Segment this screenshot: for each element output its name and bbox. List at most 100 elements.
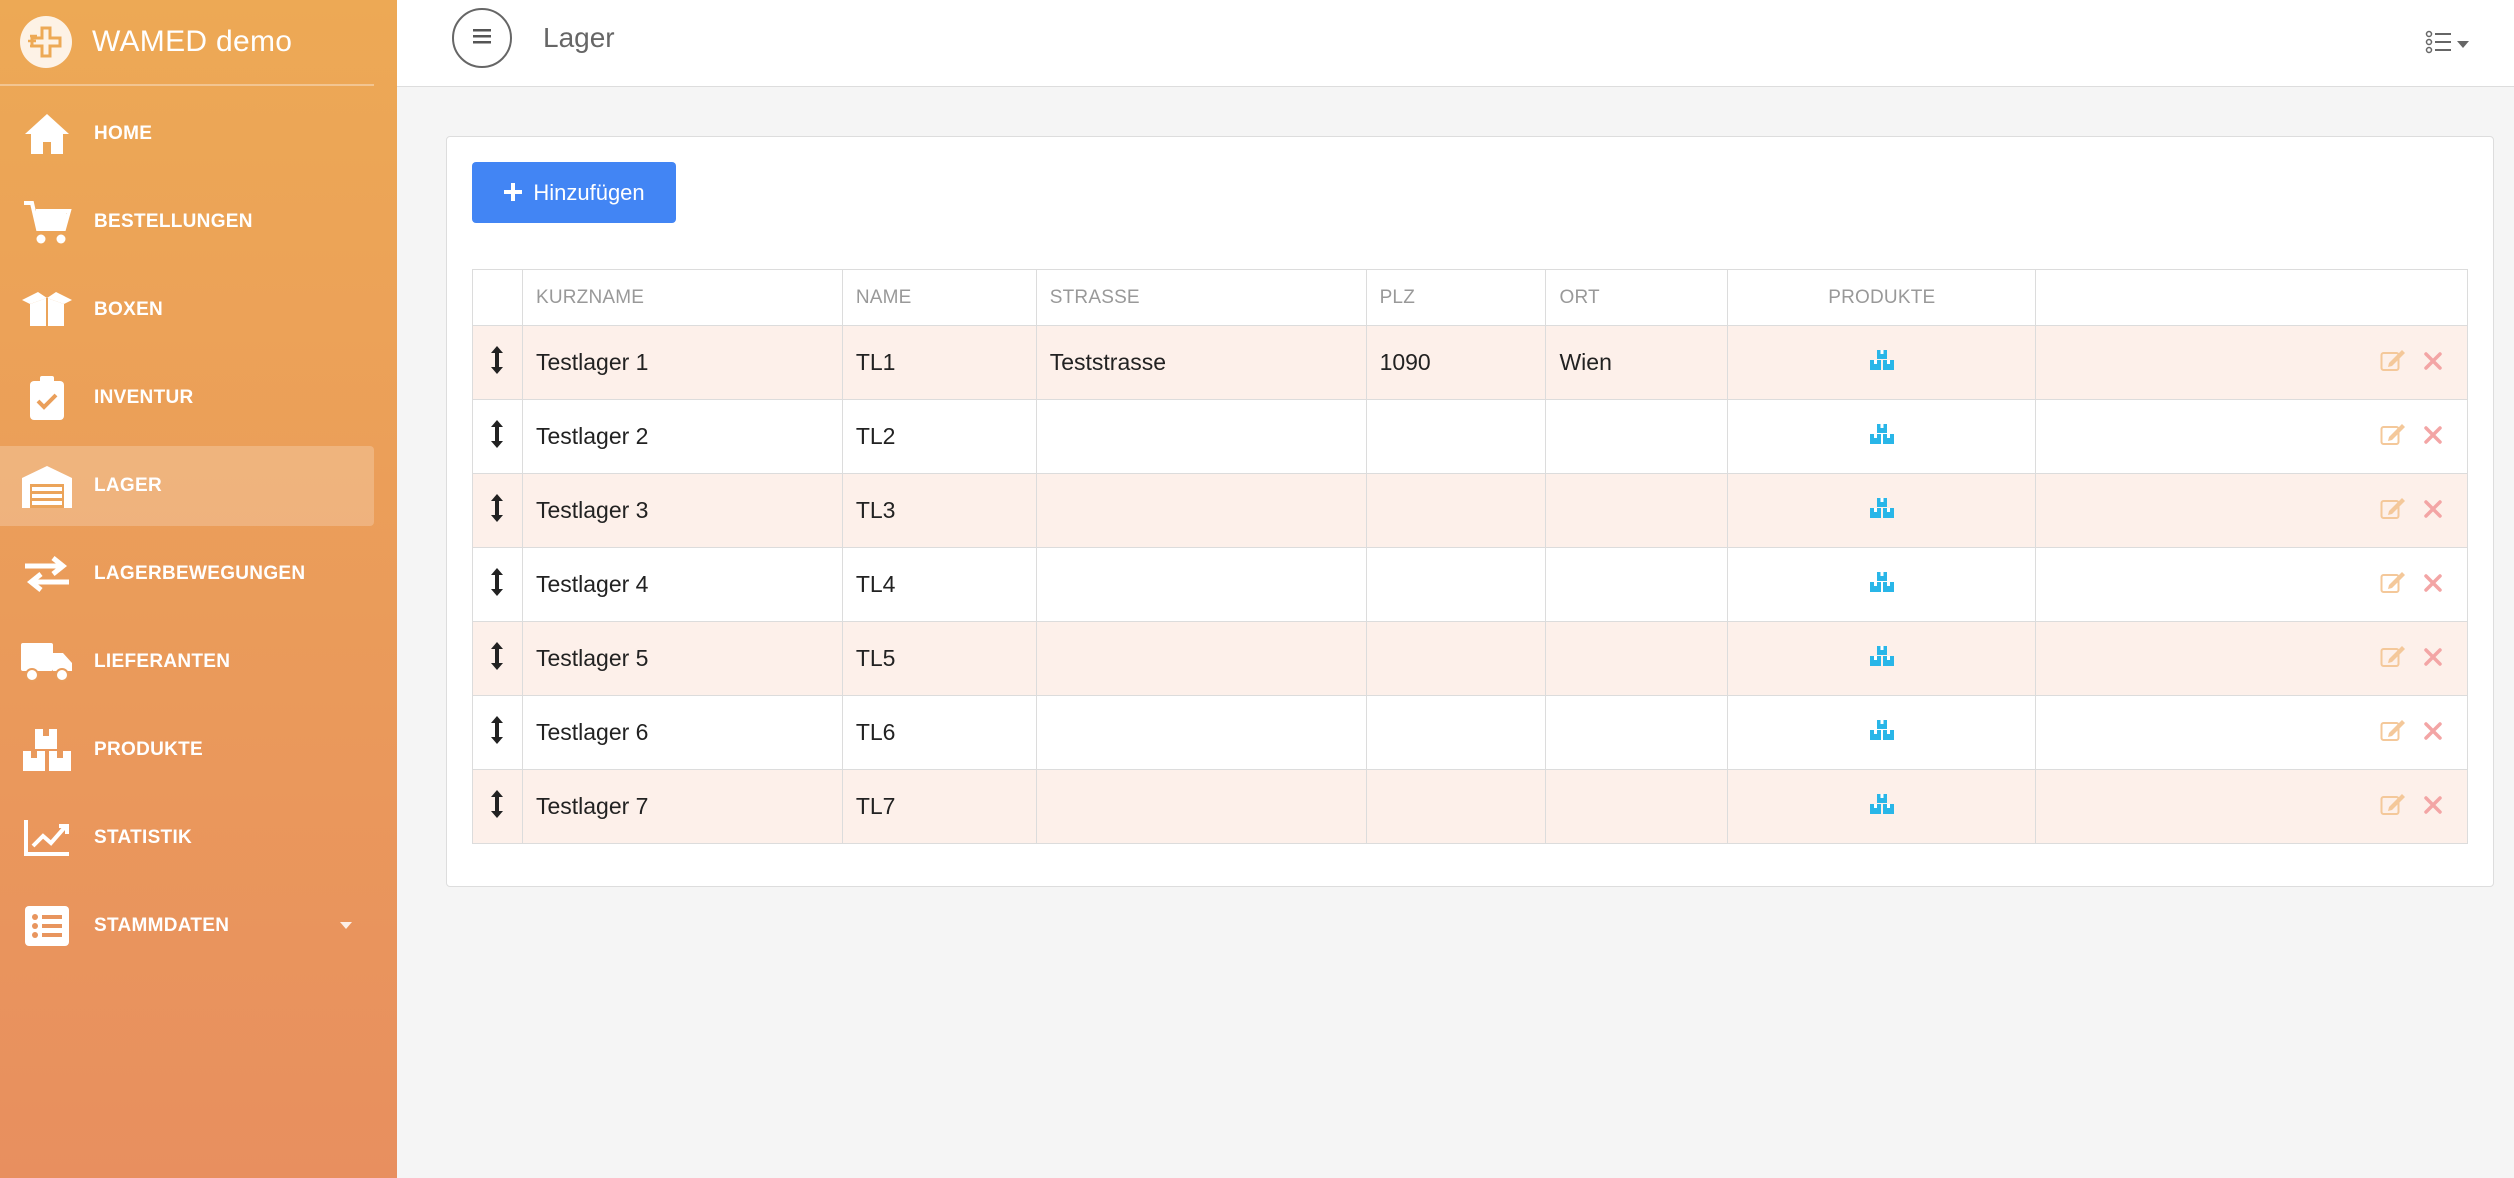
- products-icon[interactable]: [1869, 719, 1895, 747]
- cell-actions: [2035, 621, 2468, 696]
- content-card: Hinzufügen KURZNAME NAME STRASSE PLZ ORT…: [446, 136, 2494, 887]
- column-header-kurzname[interactable]: KURZNAME: [521, 269, 843, 326]
- cell-name: TL5: [841, 621, 1037, 696]
- drag-arrows-icon: [490, 493, 504, 528]
- drag-handle[interactable]: [472, 621, 523, 696]
- drag-arrows-icon: [490, 419, 504, 454]
- products-icon[interactable]: [1869, 423, 1895, 451]
- table-row[interactable]: Testlager 5 TL5: [472, 621, 2468, 696]
- sidebar-item-lieferanten[interactable]: LIEFERANTEN: [0, 622, 374, 702]
- lager-table: KURZNAME NAME STRASSE PLZ ORT PRODUKTE T…: [472, 269, 2468, 844]
- menu-toggle-button[interactable]: [452, 8, 512, 68]
- sidebar-item-stammdaten[interactable]: STAMMDATEN: [0, 886, 374, 966]
- column-header-plz[interactable]: PLZ: [1365, 269, 1547, 326]
- view-options-button[interactable]: [2425, 30, 2469, 59]
- edit-icon[interactable]: [2380, 792, 2406, 822]
- cart-icon: [20, 195, 74, 249]
- cell-ort: [1545, 473, 1729, 548]
- cell-strasse: [1035, 769, 1367, 844]
- delete-icon[interactable]: [2424, 645, 2442, 672]
- warehouse-icon: [20, 459, 74, 513]
- sidebar-item-boxen[interactable]: BOXEN: [0, 270, 374, 350]
- cell-plz: [1365, 473, 1547, 548]
- sidebar-item-label: STATISTIK: [94, 827, 193, 848]
- cell-ort: [1545, 695, 1729, 770]
- products-icon[interactable]: [1869, 645, 1895, 673]
- edit-icon[interactable]: [2380, 422, 2406, 452]
- sidebar-item-lagerbewegungen[interactable]: LAGERBEWEGUNGEN: [0, 534, 374, 614]
- cell-strasse: Teststrasse: [1035, 325, 1367, 400]
- cell-name: TL2: [841, 399, 1037, 474]
- cell-produkte: [1727, 547, 2037, 622]
- table-row[interactable]: Testlager 4 TL4: [472, 547, 2468, 622]
- cell-plz: 1090: [1365, 325, 1547, 400]
- table-row[interactable]: Testlager 3 TL3: [472, 473, 2468, 548]
- drag-handle[interactable]: [472, 769, 523, 844]
- products-icon[interactable]: [1869, 349, 1895, 377]
- cell-kurzname: Testlager 5: [521, 621, 843, 696]
- edit-icon[interactable]: [2380, 348, 2406, 378]
- add-button[interactable]: Hinzufügen: [472, 162, 676, 223]
- delete-icon[interactable]: [2424, 349, 2442, 376]
- table-row[interactable]: Testlager 6 TL6: [472, 695, 2468, 770]
- delete-icon[interactable]: [2424, 497, 2442, 524]
- cell-strasse: [1035, 621, 1367, 696]
- sidebar-item-inventur[interactable]: INVENTUR: [0, 358, 374, 438]
- sidebar-item-bestellungen[interactable]: BESTELLUNGEN: [0, 182, 374, 262]
- edit-icon[interactable]: [2380, 570, 2406, 600]
- products-icon[interactable]: [1869, 497, 1895, 525]
- delete-icon[interactable]: [2424, 571, 2442, 598]
- products-icon[interactable]: [1869, 793, 1895, 821]
- cell-ort: [1545, 769, 1729, 844]
- sidebar-item-home[interactable]: HOME: [0, 94, 374, 174]
- products-icon[interactable]: [1869, 571, 1895, 599]
- cell-kurzname: Testlager 3: [521, 473, 843, 548]
- chart-line-icon: [20, 811, 74, 865]
- delete-icon[interactable]: [2424, 793, 2442, 820]
- sidebar-item-lager[interactable]: LAGER: [0, 446, 374, 526]
- edit-icon[interactable]: [2380, 718, 2406, 748]
- drag-handle[interactable]: [472, 325, 523, 400]
- edit-icon[interactable]: [2380, 496, 2406, 526]
- drag-arrows-icon: [490, 789, 504, 824]
- sidebar-item-statistik[interactable]: STATISTIK: [0, 798, 374, 878]
- page-title: Lager: [543, 22, 615, 53]
- delete-icon[interactable]: [2424, 719, 2442, 746]
- sidebar-item-produkte[interactable]: PRODUKTE: [0, 710, 374, 790]
- truck-icon: [20, 635, 74, 689]
- cell-kurzname: Testlager 6: [521, 695, 843, 770]
- sidebar-item-label: BOXEN: [94, 299, 164, 320]
- drag-arrows-icon: [490, 567, 504, 602]
- cell-plz: [1365, 547, 1547, 622]
- cell-strasse: [1035, 547, 1367, 622]
- column-header-name[interactable]: NAME: [841, 269, 1037, 326]
- drag-handle[interactable]: [472, 473, 523, 548]
- drag-handle[interactable]: [472, 399, 523, 474]
- column-header-ort[interactable]: ORT: [1545, 269, 1729, 326]
- table-row[interactable]: Testlager 1 TL1 Teststrasse 1090 Wien: [472, 325, 2468, 400]
- cell-produkte: [1727, 399, 2037, 474]
- cell-name: TL7: [841, 769, 1037, 844]
- cell-ort: [1545, 399, 1729, 474]
- brand[interactable]: WAMED demo: [0, 0, 374, 86]
- list-alt-icon: [20, 899, 74, 953]
- cell-ort: [1545, 547, 1729, 622]
- cell-plz: [1365, 621, 1547, 696]
- delete-icon[interactable]: [2424, 423, 2442, 450]
- cell-produkte: [1727, 769, 2037, 844]
- exchange-arrows-icon: [20, 547, 74, 601]
- column-header-strasse[interactable]: STRASSE: [1035, 269, 1367, 326]
- cell-strasse: [1035, 695, 1367, 770]
- drag-handle[interactable]: [472, 547, 523, 622]
- home-icon: [20, 107, 74, 161]
- cell-kurzname: Testlager 4: [521, 547, 843, 622]
- table-row[interactable]: Testlager 2 TL2: [472, 399, 2468, 474]
- cell-kurzname: Testlager 1: [521, 325, 843, 400]
- drag-handle[interactable]: [472, 695, 523, 770]
- table-row[interactable]: Testlager 7 TL7: [472, 769, 2468, 844]
- sidebar-item-label: LIEFERANTEN: [94, 651, 231, 672]
- drag-arrows-icon: [490, 715, 504, 750]
- sidebar-item-label: STAMMDATEN: [94, 915, 230, 936]
- box-open-icon: [20, 283, 74, 337]
- edit-icon[interactable]: [2380, 644, 2406, 674]
